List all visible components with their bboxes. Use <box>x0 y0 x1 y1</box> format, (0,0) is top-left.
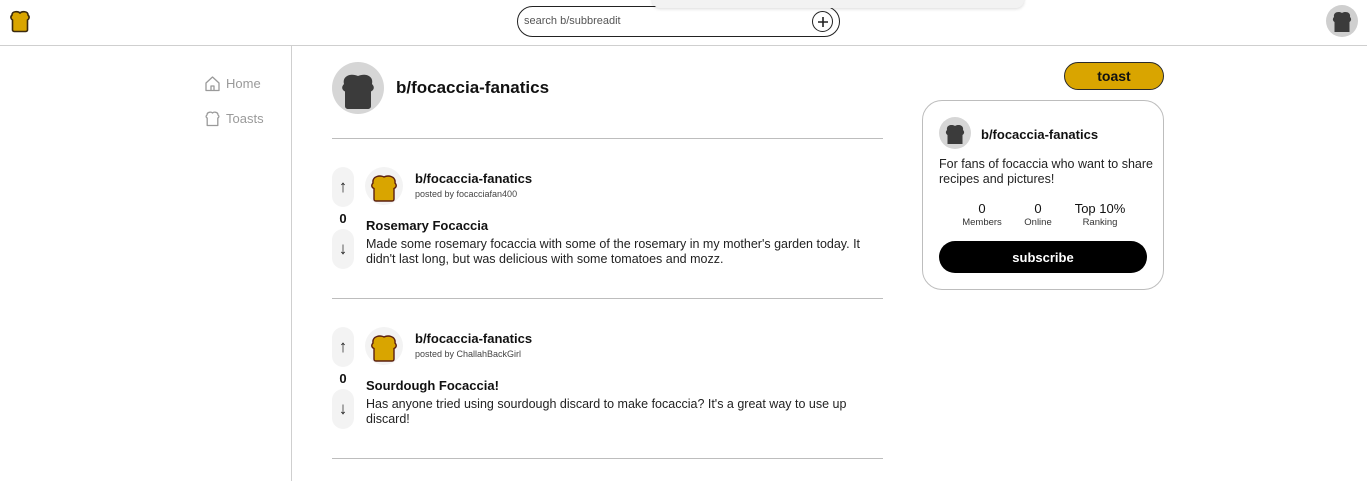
top-bar <box>0 0 1367 46</box>
arrow-down-icon: ↓ <box>338 399 348 418</box>
post-author: posted by focacciafan400 <box>415 189 518 199</box>
dropdown-overlay <box>652 0 1024 8</box>
downvote-button[interactable]: ↓ <box>332 229 354 269</box>
downvote-button[interactable]: ↓ <box>332 389 354 429</box>
post-subbreadit-link[interactable]: b/focaccia-fanatics <box>415 331 532 346</box>
arrow-up-icon: ↑ <box>338 177 348 196</box>
subbreadit-info-card: b/focaccia-fanatics For fans of focaccia… <box>922 100 1164 290</box>
search-input[interactable] <box>524 12 804 30</box>
vote-count: 0 <box>339 371 347 386</box>
upvote-button[interactable]: ↑ <box>332 167 354 207</box>
upvote-button[interactable]: ↑ <box>332 327 354 367</box>
search-bar <box>517 6 840 37</box>
toast-logo-icon[interactable] <box>8 9 32 33</box>
user-avatar[interactable] <box>1326 5 1358 37</box>
post-avatar <box>365 327 403 365</box>
sidebar-item-toasts[interactable]: Toasts <box>204 110 264 127</box>
page-title: b/focaccia-fanatics <box>396 78 550 97</box>
arrow-down-icon: ↓ <box>338 239 348 258</box>
sidebar-item-label: Home <box>226 76 261 91</box>
toast-button[interactable]: toast <box>1064 62 1164 90</box>
card-avatar <box>939 117 971 149</box>
plus-circle-icon[interactable] <box>812 11 833 32</box>
divider <box>332 138 883 139</box>
toast-outline-icon <box>204 110 221 127</box>
stat-members: 0 Members <box>953 201 1011 228</box>
post-author: posted by ChallahBackGirl <box>415 349 522 359</box>
card-description: For fans of focaccia who want to share r… <box>939 157 1153 186</box>
stat-value: Top 10% <box>1074 201 1126 216</box>
sidebar-item-label: Toasts <box>226 111 264 126</box>
sidebar-divider <box>291 46 292 481</box>
card-title: b/focaccia-fanatics <box>981 127 1099 142</box>
post-card: ↑ 0 ↓ b/focaccia-fanatics posted by Chal… <box>332 327 883 447</box>
post-avatar <box>365 167 403 205</box>
stat-label: Ranking <box>1082 217 1118 228</box>
divider <box>332 458 883 459</box>
post-subbreadit-link[interactable]: b/focaccia-fanatics <box>415 171 532 186</box>
stat-label: Online <box>1024 217 1052 228</box>
post-title[interactable]: Rosemary Focaccia <box>366 218 488 233</box>
post-body: Made some rosemary focaccia with some of… <box>366 237 861 266</box>
post-body: Has anyone tried using sourdough discard… <box>366 397 847 426</box>
stat-value: 0 <box>1034 201 1042 216</box>
home-icon <box>204 75 221 92</box>
stat-online: 0 Online <box>1018 201 1058 228</box>
stat-label: Members <box>962 217 1002 228</box>
sidebar-item-home[interactable]: Home <box>204 75 261 92</box>
divider <box>332 298 883 299</box>
vote-count: 0 <box>339 211 347 226</box>
arrow-up-icon: ↑ <box>338 337 348 356</box>
stat-ranking: Top 10% Ranking <box>1069 201 1131 228</box>
stat-value: 0 <box>978 201 986 216</box>
post-title[interactable]: Sourdough Focaccia! <box>366 378 499 393</box>
subbreadit-avatar <box>332 62 384 114</box>
post-card: ↑ 0 ↓ b/focaccia-fanatics posted by foca… <box>332 167 883 287</box>
subscribe-button[interactable]: subscribe <box>939 241 1147 273</box>
